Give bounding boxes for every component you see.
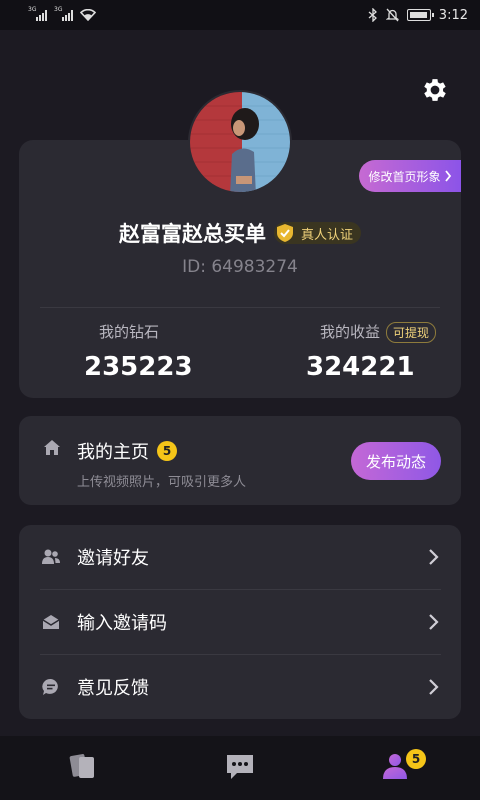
diamonds-value[interactable]: 235223 — [84, 352, 193, 382]
signal-type-label: 3G — [54, 6, 63, 13]
profile-tab-badge: 5 — [406, 749, 426, 769]
gear-icon[interactable] — [420, 75, 450, 105]
menu-item-label: 输入邀请码 — [77, 613, 167, 634]
mute-bell-icon — [385, 8, 399, 22]
signal-indicators: 3G 3G — [28, 6, 96, 21]
home-icon — [44, 440, 60, 455]
publish-post-button[interactable]: 发布动态 — [351, 442, 441, 480]
cards-icon[interactable] — [66, 749, 100, 783]
divider — [40, 307, 440, 308]
earnings-value[interactable]: 324221 — [306, 352, 415, 382]
chevron-right-icon — [429, 549, 439, 565]
status-bar: 3G 3G 3:12 — [0, 0, 480, 30]
avatar-photo — [190, 92, 290, 192]
edit-profile-label: 修改首页形象 — [368, 169, 441, 184]
chevron-right-icon — [444, 170, 451, 182]
earnings-label-row: 我的收益 可提现 — [320, 321, 437, 343]
users-icon — [42, 549, 60, 564]
signal-icon: 3G — [28, 6, 50, 21]
chevron-right-icon — [429, 679, 439, 695]
menu-item-enter-invite-code[interactable]: 输入邀请码 — [19, 590, 461, 654]
verified-badge: 真人认证 — [273, 222, 361, 244]
verified-shield-icon — [276, 224, 293, 242]
chat-bubble-icon — [42, 678, 58, 695]
wifi-icon — [80, 9, 96, 21]
my-homepage-title-row: 我的主页 5 — [77, 438, 177, 464]
my-homepage-title: 我的主页 — [77, 442, 149, 463]
name-row: 赵富富赵总买单 真人认证 — [0, 218, 480, 248]
chevron-right-icon — [429, 614, 439, 630]
verified-label: 真人认证 — [300, 227, 353, 243]
edit-profile-button[interactable]: 修改首页形象 — [359, 160, 461, 192]
earnings-label: 我的收益 — [320, 323, 381, 341]
clock: 3:12 — [438, 7, 468, 23]
bluetooth-icon — [368, 8, 377, 22]
signal-icon: 3G — [54, 6, 76, 21]
my-homepage-subtitle: 上传视频照片，可吸引更多人 — [77, 475, 247, 490]
diamonds-label: 我的钻石 — [99, 323, 160, 341]
signal-type-label: 3G — [28, 6, 37, 13]
battery-icon — [406, 9, 434, 21]
menu-item-invite-friends[interactable]: 邀请好友 — [19, 525, 461, 589]
avatar[interactable] — [188, 90, 292, 194]
user-id: ID: 64983274 — [182, 257, 298, 277]
homepage-count-badge: 5 — [157, 441, 177, 461]
messages-icon[interactable] — [223, 749, 257, 783]
menu-item-feedback[interactable]: 意见反馈 — [19, 655, 461, 719]
envelope-icon — [42, 615, 60, 629]
menu-item-label: 意见反馈 — [77, 678, 149, 699]
withdraw-badge[interactable]: 可提现 — [386, 322, 437, 343]
menu-item-label: 邀请好友 — [77, 548, 149, 569]
user-name: 赵富富赵总买单 — [118, 222, 266, 246]
